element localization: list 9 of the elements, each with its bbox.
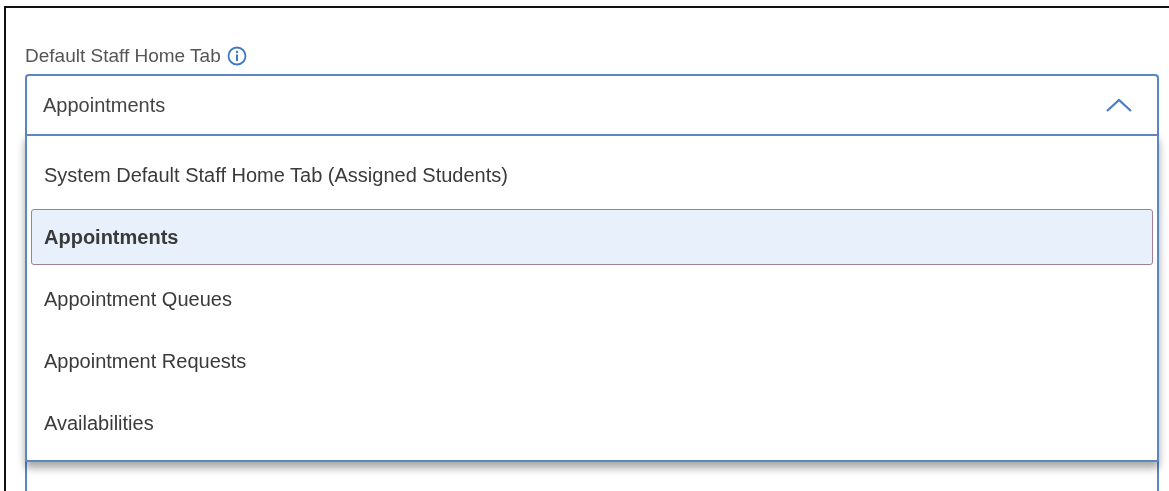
chevron-up-icon: [1105, 97, 1133, 113]
menu-option[interactable]: Availabilities: [31, 395, 1153, 451]
select-field[interactable]: Appointments: [25, 74, 1159, 134]
info-icon[interactable]: [226, 46, 247, 66]
menu-option[interactable]: Appointment Queues: [31, 271, 1153, 327]
menu-option[interactable]: Appointments: [31, 209, 1153, 265]
menu-option[interactable]: Appointment Requests: [31, 333, 1153, 389]
menu-option[interactable]: System Default Staff Home Tab (Assigned Students): [31, 147, 1153, 203]
field-label: Default Staff Home Tab: [25, 45, 221, 67]
